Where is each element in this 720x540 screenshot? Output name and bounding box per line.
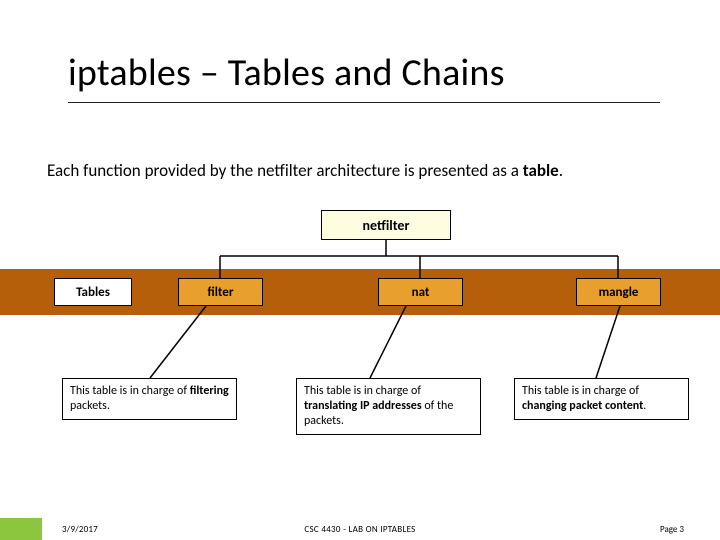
desc-filter: This table is in charge of filtering pac…	[62, 378, 237, 420]
subtitle-part1: Each function provided by the netfilter …	[47, 160, 523, 181]
netfilter-box: netfilter	[321, 210, 451, 240]
subtitle-part2: .	[559, 160, 563, 181]
desc-mangle-bold: changing packet content	[522, 399, 643, 413]
footer: 3/9/2017 CSC 4430 - LAB ON IPTABLES Page…	[0, 518, 720, 540]
subtitle: Each function provided by the netfilter …	[47, 160, 680, 181]
desc-mangle-after: .	[643, 399, 646, 413]
desc-nat: This table is in charge of translating I…	[296, 378, 481, 435]
desc-filter-bold: filtering	[190, 384, 229, 398]
slide: iptables – Tables and Chains Each functi…	[0, 0, 720, 540]
subtitle-bold: table	[523, 160, 559, 181]
desc-mangle: This table is in charge of changing pack…	[514, 378, 689, 420]
tables-label: Tables	[54, 278, 132, 306]
desc-filter-after: packets.	[70, 399, 110, 413]
desc-filter-before: This table is in charge of	[70, 384, 190, 398]
desc-nat-before: This table is in charge of	[304, 384, 421, 398]
footer-center: CSC 4430 - LAB ON IPTABLES	[0, 524, 720, 535]
node-nat: nat	[378, 278, 463, 306]
node-filter: filter	[178, 278, 263, 306]
node-mangle: mangle	[576, 278, 661, 306]
title-block: iptables – Tables and Chains	[68, 50, 660, 103]
title-rule	[68, 102, 660, 103]
desc-mangle-before: This table is in charge of	[522, 384, 639, 398]
footer-page: Page 3	[660, 524, 684, 535]
desc-nat-bold: translating IP addresses	[304, 399, 422, 413]
page-title: iptables – Tables and Chains	[68, 50, 660, 96]
